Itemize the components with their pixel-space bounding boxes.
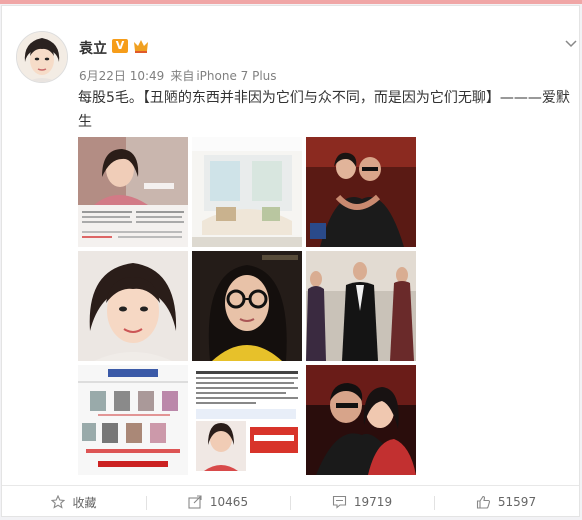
weibo-post-card: 袁立 V 6月22日 10:49 来自 iPhone 7 Plus 每股5毛。【丑陋…	[1, 5, 580, 517]
top-accent-line	[0, 0, 582, 4]
post-text-line-1: 每股5毛。【丑陋的东西并非因为它们与众不同，而是因为它们无聊】———爱默	[78, 90, 570, 106]
favorite-label: 收藏	[72, 495, 97, 510]
image-3[interactable]	[306, 137, 416, 247]
thumbs-up-icon	[476, 495, 490, 509]
favorite-button[interactable]: 收藏	[2, 486, 146, 518]
post-source[interactable]: iPhone 7 Plus	[196, 69, 276, 83]
comment-button[interactable]: 19719	[290, 486, 434, 518]
like-button[interactable]: 51597	[434, 486, 578, 518]
image-7[interactable]	[78, 365, 188, 475]
image-9[interactable]	[306, 365, 416, 475]
like-count: 51597	[497, 495, 537, 509]
post-text-line-2: 生	[78, 114, 92, 130]
post-text: 每股5毛。【丑陋的东西并非因为它们与众不同，而是因为它们无聊】———爱默 生	[78, 86, 570, 134]
image-8[interactable]	[192, 365, 302, 475]
image-2[interactable]	[192, 137, 302, 247]
source-prefix: 来自	[170, 69, 195, 83]
avatar[interactable]	[16, 31, 68, 83]
image-grid	[78, 137, 416, 475]
comment-count: 19719	[353, 495, 393, 509]
repost-button[interactable]: 10465	[146, 486, 290, 518]
image-5[interactable]	[192, 251, 302, 361]
image-6[interactable]	[306, 251, 416, 361]
star-icon	[51, 495, 66, 509]
repost-icon	[188, 495, 202, 509]
verified-badge-icon: V	[112, 39, 128, 53]
member-badge-icon	[132, 38, 150, 54]
post-meta: 6月22日 10:49 来自 iPhone 7 Plus	[79, 67, 283, 84]
repost-count: 10465	[209, 495, 249, 509]
image-1[interactable]	[78, 137, 188, 247]
username[interactable]: 袁立	[79, 38, 107, 58]
post-date[interactable]: 6月22日 10:49	[79, 69, 164, 83]
comment-icon	[332, 495, 346, 509]
image-4[interactable]	[78, 251, 188, 361]
chevron-down-icon[interactable]	[564, 36, 578, 50]
